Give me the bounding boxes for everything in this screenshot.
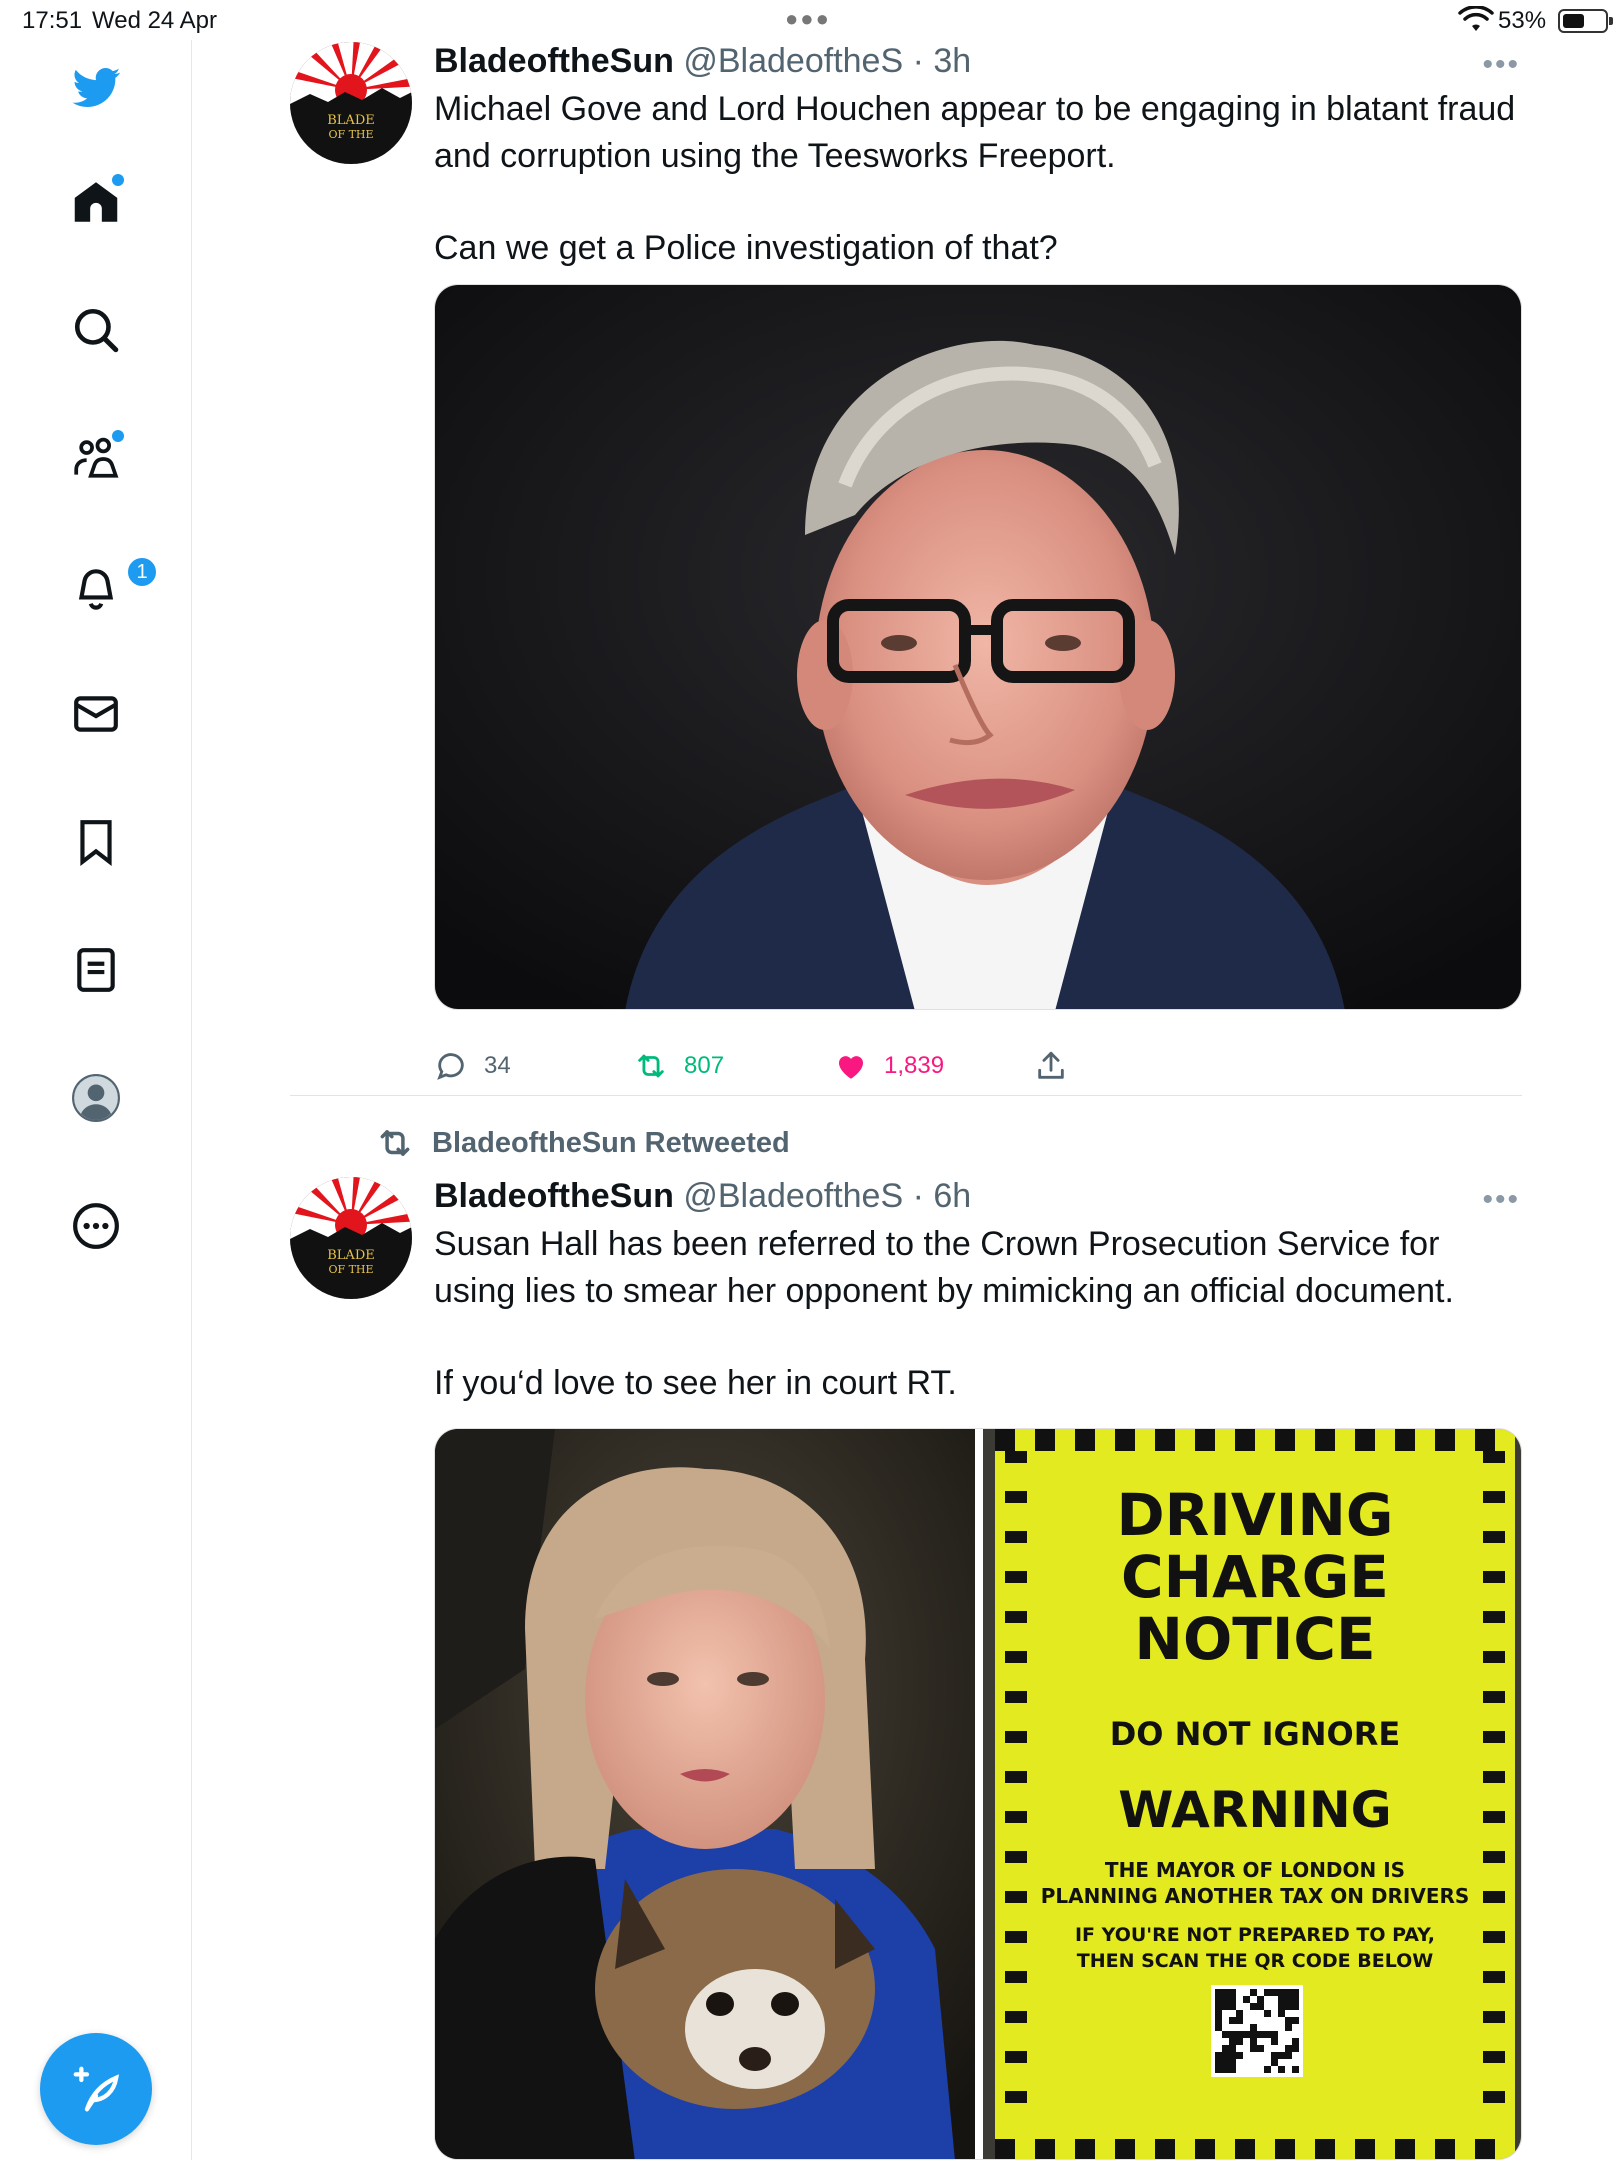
tweet-text-line: and corruption using the Teesworks Freep… — [434, 137, 1116, 175]
profile-avatar-icon — [72, 1074, 120, 1122]
reply-button[interactable]: 34 — [434, 1044, 511, 1088]
more-options-icon — [73, 1203, 119, 1249]
communities-new-dot — [112, 430, 124, 442]
retweet-button[interactable]: 807 — [634, 1044, 724, 1088]
sidebar-item-profile[interactable] — [56, 1058, 136, 1138]
notice-line-warning: WARNING — [1118, 1781, 1391, 1839]
search-icon — [74, 308, 119, 353]
wifi-icon — [1458, 6, 1494, 31]
tweet-handle[interactable]: @BladeoftheS — [683, 1177, 903, 1215]
sidebar-item-search[interactable] — [56, 290, 136, 370]
tweet-header: BladeoftheSun @BladeoftheS · 3h — [434, 40, 1522, 82]
share-icon — [1038, 1051, 1064, 1079]
notice-line-scan-qr: THEN SCAN THE QR CODE BELOW — [1077, 1950, 1434, 1972]
sidebar-item-bookmarks[interactable] — [56, 802, 136, 882]
blade-of-the-sun-logo: BLADE OF THE — [290, 1177, 412, 1299]
multitasking-dots-icon[interactable]: ●●● — [785, 6, 831, 32]
notifications-bell-icon — [78, 569, 114, 610]
tweet-display-name[interactable]: BladeoftheSun — [434, 42, 674, 80]
photo-grid: DRIVING CHARGE NOTICE DO NOT IGNORE WARN… — [435, 1429, 1521, 2159]
notice-line-mayor: THE MAYOR OF LONDON IS — [1105, 1858, 1405, 1882]
logo-text-of-the: OF THE — [328, 1263, 373, 1276]
notice-line-do-not-ignore: DO NOT IGNORE — [1110, 1715, 1401, 1753]
battery-icon — [1558, 9, 1613, 33]
tweet-text-line: Michael Gove and Lord Houchen appear to … — [434, 90, 1516, 128]
retweet-count: 807 — [684, 1052, 725, 1079]
notice-line-notice: NOTICE — [1134, 1605, 1375, 1673]
tweet-text-line: using lies to smear her opponent by mimi… — [434, 1272, 1454, 1310]
home-new-dot — [112, 174, 124, 186]
photo-driving-charge-notice: DRIVING CHARGE NOTICE DO NOT IGNORE WARN… — [983, 1429, 1521, 2159]
like-count: 1,839 — [884, 1052, 945, 1079]
battery-percent: 53% — [1498, 7, 1547, 34]
notification-count-badge: 1 — [126, 556, 158, 588]
twitter-bird-icon — [72, 68, 121, 107]
sidebar-item-lists[interactable] — [56, 930, 136, 1010]
tweet-text: Susan Hall has been referred to the Crow… — [434, 1221, 1522, 1407]
like-button[interactable]: 1,839 — [834, 1044, 944, 1088]
qr-code-icon — [1211, 1985, 1303, 2077]
logo-text-blade: BLADE — [327, 113, 375, 128]
tweet-card[interactable]: BLADE OF THE BladeoftheSun @BladeoftheS … — [290, 1175, 1522, 2160]
sidebar-item-communities[interactable] — [56, 418, 136, 498]
logo-text-of-the: OF THE — [328, 128, 373, 141]
tweet-more-options-icon[interactable]: ••• — [1482, 1183, 1520, 1217]
tweet-time[interactable]: · 3h — [913, 42, 972, 80]
tweet-time[interactable]: · 6h — [913, 1177, 972, 1215]
portrait-photo-man-glasses — [435, 285, 1521, 1009]
blade-of-the-sun-logo: BLADE OF THE — [290, 42, 412, 164]
status-bar: 17:51 Wed 24 Apr ●●● 53% — [0, 0, 1620, 40]
retweet-icon — [638, 1054, 664, 1078]
bookmarks-icon — [80, 820, 112, 867]
sidebar-nav: 1 — [0, 40, 192, 2160]
tweet-avatar[interactable]: BLADE OF THE — [290, 1177, 412, 1299]
tweet-card[interactable]: BLADE OF THE BladeoftheSun @BladeoftheS … — [290, 40, 1522, 1090]
tweet-avatar[interactable]: BLADE OF THE — [290, 42, 412, 164]
tweet-header: BladeoftheSun @BladeoftheS · 6h — [434, 1175, 1522, 1217]
tweet-body: BladeoftheSun @BladeoftheS · 3h ••• Mich… — [434, 40, 1522, 272]
sidebar-item-messages[interactable] — [56, 674, 136, 754]
logo-text-blade: BLADE — [327, 1248, 375, 1263]
tweet-more-options-icon[interactable]: ••• — [1482, 48, 1520, 82]
tweet-text: Michael Gove and Lord Houchen appear to … — [434, 86, 1522, 272]
tweet-display-name[interactable]: BladeoftheSun — [434, 1177, 674, 1215]
reply-count: 34 — [484, 1052, 511, 1079]
reply-icon — [437, 1053, 464, 1080]
tweet-handle[interactable]: @BladeoftheS — [683, 42, 903, 80]
notice-line-charge: CHARGE — [1121, 1543, 1389, 1611]
retweet-small-icon — [380, 1130, 410, 1156]
tweet-photo-grid[interactable]: DRIVING CHARGE NOTICE DO NOT IGNORE WARN… — [434, 1428, 1522, 2160]
status-time: 17:51 — [22, 7, 83, 34]
tweet-divider — [290, 1095, 1522, 1096]
notice-line-tax: PLANNING ANOTHER TAX ON DRIVERS — [1041, 1884, 1470, 1908]
heart-filled-icon — [838, 1056, 864, 1079]
tweet-text-line: Can we get a Police investigation of tha… — [434, 229, 1058, 267]
retweeted-by-text: BladeoftheSun Retweeted — [432, 1126, 790, 1159]
tweet-text-line: Susan Hall has been referred to the Crow… — [434, 1225, 1440, 1263]
tweet-text-line: If you‘d love to see her in court RT. — [434, 1364, 957, 1402]
photo-woman-with-dog — [435, 1429, 975, 2159]
tweet-body: BladeoftheSun @BladeoftheS · 6h ••• Susa… — [434, 1175, 1522, 1407]
battery-level-fill — [1563, 14, 1584, 28]
sidebar-item-twitter-logo[interactable] — [56, 48, 136, 128]
retweeted-by-label[interactable]: BladeoftheSun Retweeted — [376, 1124, 790, 1162]
compose-tweet-button[interactable] — [40, 2033, 152, 2145]
status-date: Wed 24 Apr — [92, 7, 217, 34]
notice-line-not-prepared: IF YOU'RE NOT PREPARED TO PAY, — [1075, 1924, 1435, 1946]
messages-envelope-icon — [74, 696, 118, 732]
tweet-photo[interactable] — [434, 284, 1522, 1010]
compose-feather-icon — [73, 2066, 120, 2112]
sidebar-item-notifications[interactable]: 1 — [56, 546, 158, 626]
lists-icon — [77, 948, 115, 992]
tweet-actions: 34 807 1,839 — [434, 1044, 1134, 1088]
notice-line-driving: DRIVING — [1116, 1481, 1393, 1549]
sidebar-item-more[interactable] — [56, 1186, 136, 1266]
sidebar-item-home[interactable] — [56, 162, 136, 242]
share-button[interactable] — [1034, 1044, 1068, 1088]
